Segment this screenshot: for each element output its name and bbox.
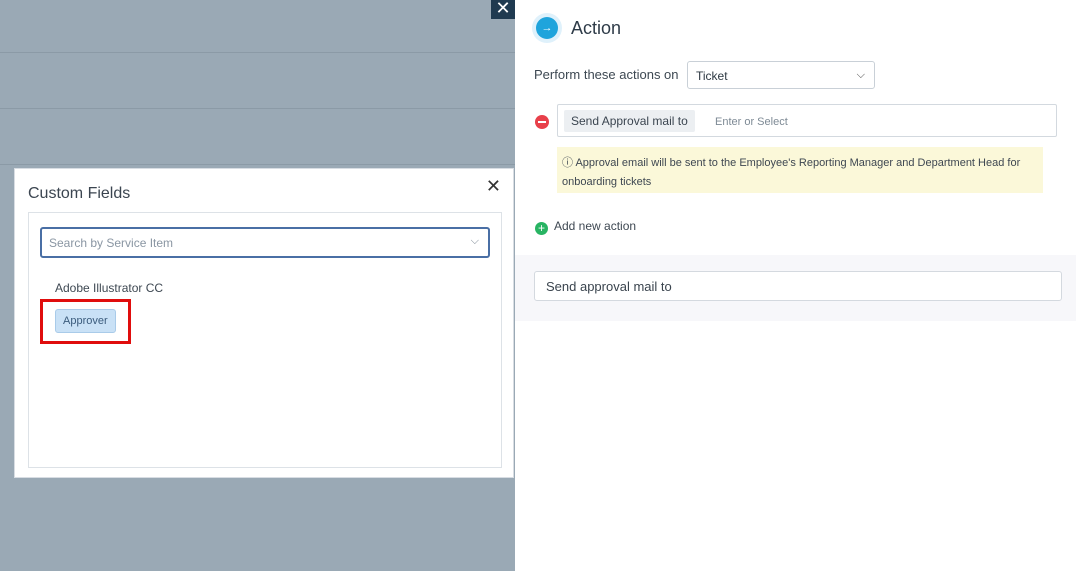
overlay-divider <box>0 108 515 109</box>
select-value: Ticket <box>696 69 728 83</box>
action-field[interactable]: Send Approval mail to <box>557 104 1057 137</box>
action-chip: Send Approval mail to <box>564 110 695 132</box>
info-note: ⓘ Approval email will be sent to the Emp… <box>557 147 1043 193</box>
search-input[interactable] <box>42 229 456 256</box>
fields-container: ⌵ Adobe Illustrator CC Approver <box>28 212 502 468</box>
add-action-button[interactable]: + Add new action <box>535 219 636 235</box>
approver-chip[interactable]: Approver <box>55 309 116 333</box>
approval-section <box>515 255 1076 321</box>
action-section: → Action Perform these actions on Ticket… <box>515 0 1076 255</box>
plus-icon: + <box>535 222 548 235</box>
chevron-down-icon: ⌵ <box>856 69 865 81</box>
modal-title: Custom Fields <box>28 185 131 202</box>
approval-text-input[interactable] <box>534 271 1062 301</box>
close-panel-button[interactable]: ✕ <box>491 0 515 19</box>
info-icon: ⓘ <box>562 157 576 169</box>
remove-action-icon[interactable] <box>535 115 549 129</box>
perform-label: Perform these actions on <box>534 67 679 82</box>
action-panel: → Action Perform these actions on Ticket… <box>515 0 1076 571</box>
group-label: Adobe Illustrator CC <box>55 281 164 295</box>
overlay-divider <box>0 52 515 53</box>
highlight-box: Approver <box>40 299 131 344</box>
close-icon[interactable]: ✕ <box>486 176 501 197</box>
chevron-down-icon: ⌵ <box>470 235 479 247</box>
overlay-divider <box>0 164 515 165</box>
recipient-input[interactable] <box>713 111 1047 133</box>
action-icon: → <box>532 13 562 43</box>
custom-fields-modal: Custom Fields ✕ ⌵ Adobe Illustrator CC A… <box>14 168 514 478</box>
service-item-search[interactable]: ⌵ <box>40 227 490 258</box>
info-text: Approval email will be sent to the Emplo… <box>562 157 1021 188</box>
add-action-label: Add new action <box>554 219 637 233</box>
panel-title: Action <box>571 18 622 38</box>
entity-select[interactable]: Ticket ⌵ <box>687 61 875 89</box>
